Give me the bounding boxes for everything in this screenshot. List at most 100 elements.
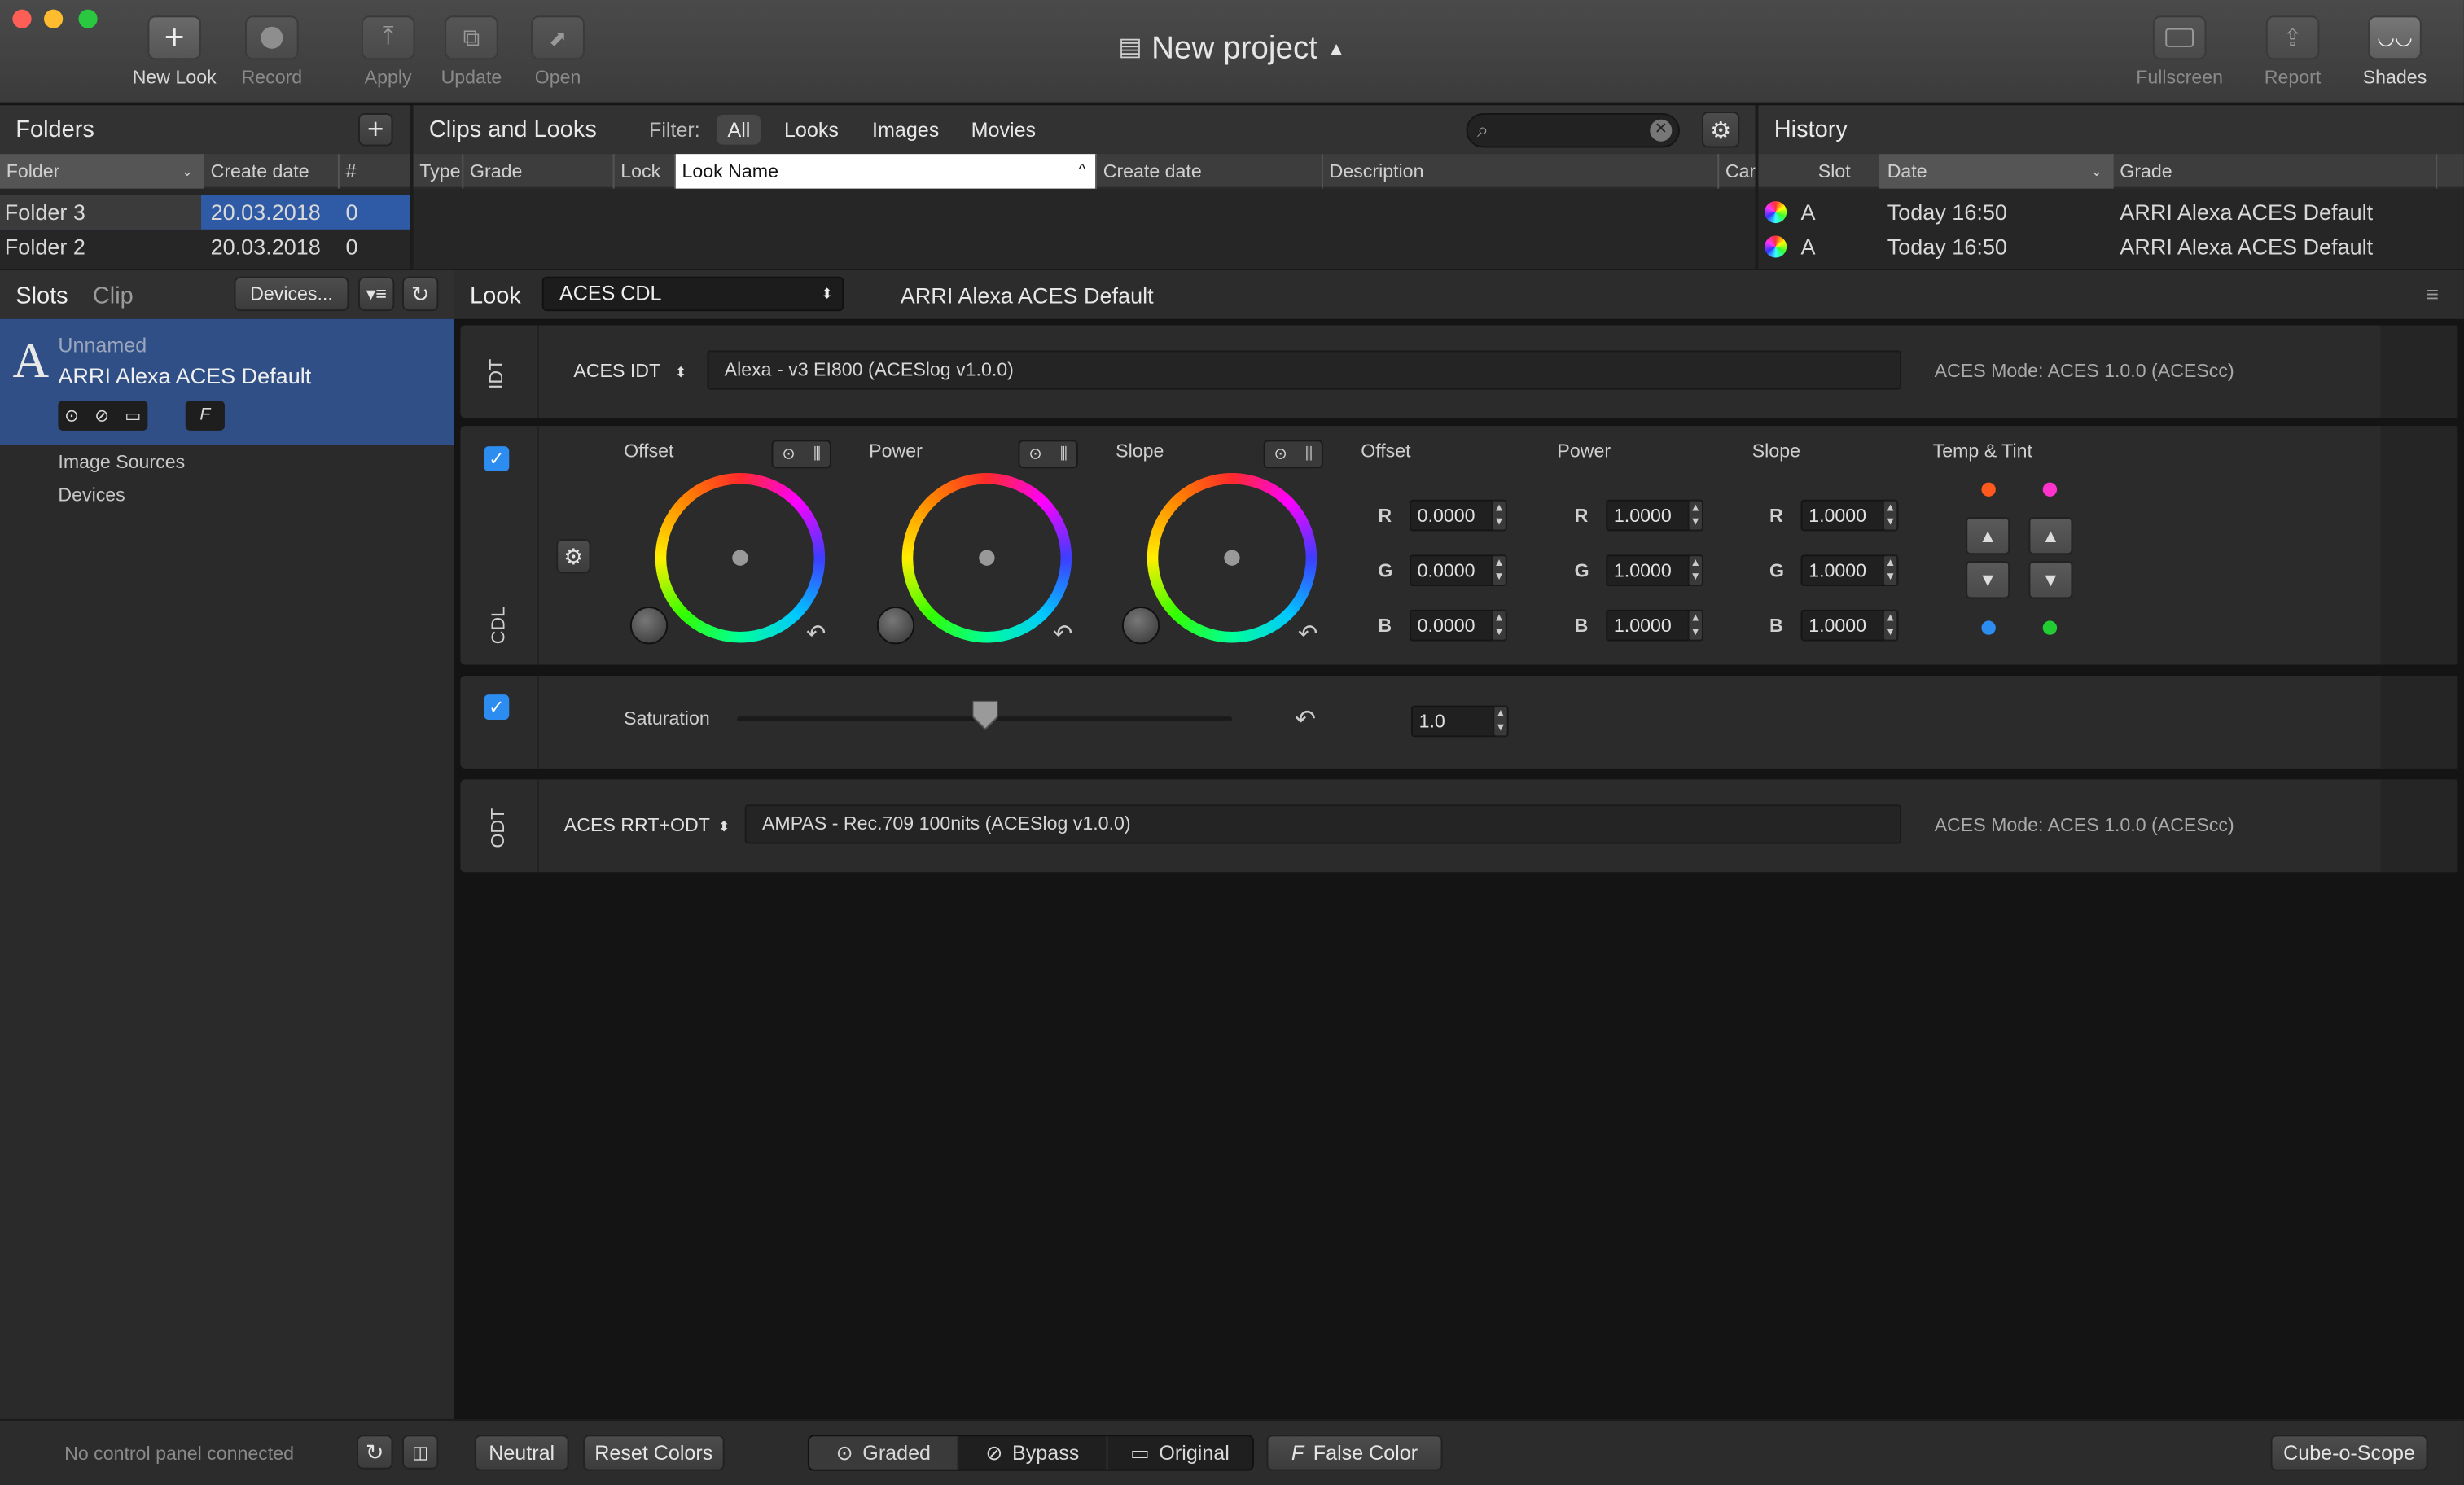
list-options-icon[interactable]: ▾≡ xyxy=(357,276,395,312)
reset-wheel-icon[interactable]: ↶ xyxy=(1298,619,1317,647)
gear-icon[interactable]: ⚙ xyxy=(556,539,591,574)
target-icon[interactable]: ⊙ xyxy=(1274,445,1287,462)
reset-wheel-icon[interactable]: ↶ xyxy=(806,619,826,647)
master-knob[interactable] xyxy=(1121,607,1160,645)
temp-up-button[interactable]: ▲ xyxy=(1966,517,2010,555)
idt-value-field[interactable]: Alexa - v3 EI800 (ACESlog v1.0.0) xyxy=(707,350,1902,390)
cdl-value-stepper[interactable]: ▲ ▼ xyxy=(1687,554,1703,586)
column-car[interactable]: Car xyxy=(1719,154,1756,188)
refresh-icon[interactable]: ↻ xyxy=(357,1435,393,1470)
zoom-window-button[interactable] xyxy=(78,9,98,28)
wheel-puck[interactable] xyxy=(979,550,995,566)
filter-all[interactable]: All xyxy=(716,114,761,145)
folder-row[interactable]: Folder 2 20.03.2018 0 xyxy=(0,230,410,264)
search-input[interactable]: ⌕ ✕ xyxy=(1466,112,1680,148)
wheel-puck[interactable] xyxy=(1224,550,1240,566)
bypass-segment[interactable]: ⊘ Bypass xyxy=(957,1436,1106,1470)
wheel-tool-buttons[interactable]: ⊙ ⫼ xyxy=(1018,440,1078,469)
cdl-value-stepper[interactable]: ▲ ▼ xyxy=(1882,554,1899,586)
devices-button[interactable]: Devices... xyxy=(234,276,349,312)
bypass-icon[interactable]: ⊘ xyxy=(94,405,109,426)
column-look-name[interactable]: Look Name ^ xyxy=(675,154,1098,189)
sliders-icon[interactable]: ⫼ xyxy=(813,445,821,462)
tab-clip[interactable]: Clip xyxy=(93,283,134,309)
neutral-button[interactable]: Neutral xyxy=(474,1435,569,1471)
color-wheel[interactable] xyxy=(1147,472,1317,643)
false-color-button[interactable]: F False Color xyxy=(1266,1435,1443,1471)
master-knob[interactable] xyxy=(876,607,915,645)
cdl-value-stepper[interactable]: ▲ ▼ xyxy=(1882,609,1899,642)
folder-row[interactable]: Folder 3 20.03.2018 0 xyxy=(0,195,410,230)
menu-icon[interactable]: ≡ xyxy=(2426,282,2439,307)
idt-select[interactable]: ACES IDT ⬍ xyxy=(573,360,686,382)
cdl-value-stepper[interactable]: ▲ ▼ xyxy=(1491,609,1507,642)
new-look-button[interactable]: + New Look xyxy=(120,15,230,88)
tab-slots[interactable]: Slots xyxy=(15,283,68,309)
temp-down-button[interactable]: ▼ xyxy=(1966,561,2010,599)
clear-search-icon[interactable]: ✕ xyxy=(1650,119,1673,142)
gear-icon[interactable]: ⚙ xyxy=(1701,112,1740,148)
reset-colors-button[interactable]: Reset Colors xyxy=(582,1435,725,1471)
cdl-value-stepper[interactable]: ▲ ▼ xyxy=(1491,554,1507,586)
graded-segment[interactable]: ⊙ Graded xyxy=(809,1436,958,1470)
minimize-window-button[interactable] xyxy=(44,9,64,28)
fullscreen-button[interactable]: Fullscreen xyxy=(2124,15,2234,88)
wheel-tool-buttons[interactable]: ⊙ ⫼ xyxy=(771,440,831,469)
triangle-up-icon[interactable]: ▲ xyxy=(1327,37,1346,59)
tint-up-button[interactable]: ▲ xyxy=(2028,517,2073,555)
column-slot[interactable]: Slot xyxy=(1758,154,1881,189)
camera-icon[interactable]: ▭ xyxy=(125,405,141,426)
original-segment[interactable]: ▭ Original xyxy=(1105,1436,1252,1470)
wheel-puck[interactable] xyxy=(732,550,748,566)
slot-a-card[interactable]: A Unnamed ARRI Alexa ACES Default ⊙ ⊘ ▭ … xyxy=(0,318,454,445)
saturation-stepper[interactable]: ▲ ▼ xyxy=(1493,705,1509,738)
column-grade[interactable]: Grade xyxy=(2114,154,2438,189)
column-folder[interactable]: Folder ⌄ xyxy=(0,154,204,189)
filter-images[interactable]: Images xyxy=(872,118,939,142)
shades-button[interactable]: ◡◡ Shades xyxy=(2339,15,2449,88)
column-grade[interactable]: Grade xyxy=(463,154,615,189)
reset-wheel-icon[interactable]: ↶ xyxy=(1053,619,1072,647)
column-type[interactable]: Type xyxy=(414,154,464,189)
color-wheel[interactable] xyxy=(901,472,1072,643)
cdl-value-stepper[interactable]: ▲ ▼ xyxy=(1882,499,1899,532)
look-type-select[interactable]: ACES CDL ⬍ xyxy=(541,276,844,312)
saturation-enable-checkbox[interactable]: ✓ xyxy=(484,694,510,721)
refresh-icon[interactable]: ↻ xyxy=(402,276,439,312)
sidebar-item-image-sources[interactable]: Image Sources xyxy=(58,451,185,473)
false-color-toggle[interactable]: F xyxy=(185,401,225,431)
close-window-button[interactable] xyxy=(12,9,32,28)
cube-o-scope-button[interactable]: Cube-o-Scope xyxy=(2270,1435,2428,1471)
wheel-tool-buttons[interactable]: ⊙ ⫼ xyxy=(1263,440,1323,469)
project-title-text[interactable]: New project xyxy=(1151,32,1317,66)
history-row[interactable]: A Today 16:50 ARRI Alexa ACES Default xyxy=(1758,230,2463,264)
cdl-enable-checkbox[interactable]: ✓ xyxy=(484,446,510,472)
sidebar-item-devices[interactable]: Devices xyxy=(58,484,125,506)
sliders-icon[interactable]: ⫼ xyxy=(1060,445,1068,462)
graded-icon[interactable]: ⊙ xyxy=(64,405,79,426)
target-icon[interactable]: ⊙ xyxy=(783,445,796,462)
filter-movies[interactable]: Movies xyxy=(971,118,1036,142)
sliders-icon[interactable]: ⫼ xyxy=(1305,445,1313,462)
cdl-value-stepper[interactable]: ▲ ▼ xyxy=(1491,499,1507,532)
column-lock[interactable]: Lock xyxy=(615,154,676,189)
column-create-date[interactable]: Create date xyxy=(204,154,340,189)
odt-value-field[interactable]: AMPAS - Rec.709 100nits (ACESlog v1.0.0) xyxy=(744,804,1902,844)
column-create-date[interactable]: Create date xyxy=(1097,154,1323,189)
reset-saturation-icon[interactable]: ↶ xyxy=(1295,704,1316,736)
master-knob[interactable] xyxy=(629,607,669,645)
record-button[interactable]: Record xyxy=(217,15,327,88)
column-date[interactable]: Date ⌄ xyxy=(1880,154,2114,189)
target-icon[interactable]: ⊙ xyxy=(1029,445,1042,462)
filter-looks[interactable]: Looks xyxy=(784,118,839,142)
color-wheel[interactable] xyxy=(655,472,826,643)
history-row[interactable]: A Today 16:50 ARRI Alexa ACES Default xyxy=(1758,195,2463,229)
open-button[interactable]: ⬈ Open xyxy=(503,15,613,88)
saturation-slider-thumb[interactable] xyxy=(971,699,998,733)
camera-icon[interactable]: ◫ xyxy=(402,1435,439,1470)
tint-down-button[interactable]: ▼ xyxy=(2028,561,2073,599)
cdl-value-stepper[interactable]: ▲ ▼ xyxy=(1687,609,1703,642)
add-folder-button[interactable]: + xyxy=(357,112,393,147)
cdl-value-stepper[interactable]: ▲ ▼ xyxy=(1687,499,1703,532)
report-button[interactable]: ⇪ Report xyxy=(2238,15,2348,88)
